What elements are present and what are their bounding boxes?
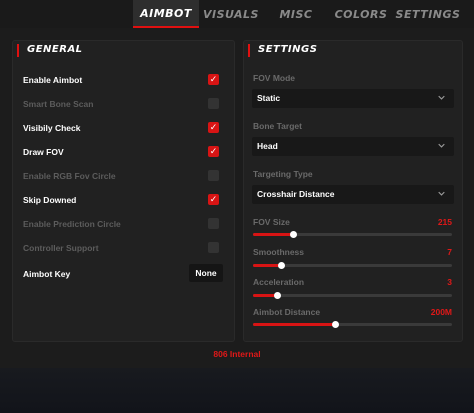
slider-fill <box>253 264 281 267</box>
smart-bone-scan-checkbox[interactable] <box>208 98 219 109</box>
option-label: Smart Bone Scan <box>23 99 94 109</box>
option-controller-support: Controller Support <box>23 241 223 257</box>
chevron-down-icon <box>438 143 445 148</box>
option-draw-fov: Draw FOV ✓ <box>23 145 223 161</box>
acceleration-slider[interactable] <box>253 292 452 299</box>
tab-colors-label: COLORS <box>334 7 388 21</box>
tab-visuals-label: VISUALS <box>203 7 259 21</box>
skip-downed-checkbox[interactable]: ✓ <box>208 194 219 205</box>
bone-target-value: Head <box>257 141 278 151</box>
slider-fill <box>253 233 293 236</box>
tab-aimbot[interactable]: AIMBOT <box>133 0 199 28</box>
acceleration-value: 3 <box>447 277 452 287</box>
smoothness-value: 7 <box>447 247 452 257</box>
chevron-down-icon <box>438 95 445 100</box>
check-icon: ✓ <box>209 74 218 84</box>
slider-fill <box>253 323 335 326</box>
acceleration-label: Acceleration <box>253 277 305 287</box>
option-smart-bone-scan: Smart Bone Scan <box>23 97 223 113</box>
option-enable-rgb-fov-circle: Enable RGB Fov Circle <box>23 169 223 185</box>
fov-size-slider[interactable] <box>253 231 452 238</box>
bone-target-dropdown[interactable]: Head <box>252 137 454 156</box>
fov-mode-value: Static <box>257 93 281 103</box>
aimbot-key-button[interactable]: None <box>189 264 223 282</box>
option-visibily-check: Visibily Check ✓ <box>23 121 223 137</box>
option-label: Enable RGB Fov Circle <box>23 171 116 181</box>
option-label: Enable Aimbot <box>23 75 83 85</box>
slider-knob[interactable] <box>274 292 281 299</box>
option-skip-downed: Skip Downed ✓ <box>23 193 223 209</box>
fov-mode-label: FOV Mode <box>253 73 296 83</box>
aimbot-distance-value: 200M <box>430 307 452 317</box>
slider-knob[interactable] <box>290 231 297 238</box>
tab-misc-label: MISC <box>279 7 313 21</box>
general-panel: GENERAL Enable Aimbot ✓ Smart Bone Scan … <box>12 40 235 342</box>
option-label: Draw FOV <box>23 147 64 157</box>
tab-bar: AIMBOT VISUALS MISC COLORS SETTINGS <box>0 0 474 28</box>
bone-target-label: Bone Target <box>253 121 302 131</box>
slider-knob[interactable] <box>278 262 285 269</box>
panel-accent-bar <box>17 44 19 57</box>
panel-accent-bar <box>248 44 250 57</box>
check-icon: ✓ <box>209 122 218 132</box>
option-label: Visibily Check <box>23 123 81 133</box>
general-panel-title: GENERAL <box>27 44 83 55</box>
smoothness-slider[interactable] <box>253 262 452 269</box>
visibily-check-checkbox[interactable]: ✓ <box>208 122 219 133</box>
fov-size-label: FOV Size <box>253 217 290 227</box>
smoothness-label: Smoothness <box>253 247 305 257</box>
settings-panel: SETTINGS FOV Mode Static Bone Target Hea… <box>243 40 463 342</box>
aimbot-distance-label: Aimbot Distance <box>253 307 321 317</box>
option-enable-prediction-circle: Enable Prediction Circle <box>23 217 223 233</box>
option-label: Controller Support <box>23 243 99 253</box>
controller-support-checkbox[interactable] <box>208 242 219 253</box>
general-panel-header: GENERAL <box>13 41 234 61</box>
chevron-down-icon <box>438 191 445 196</box>
aimbot-key-label: Aimbot Key <box>23 269 71 279</box>
draw-fov-checkbox[interactable]: ✓ <box>208 146 219 157</box>
option-label: Skip Downed <box>23 195 77 205</box>
enable-prediction-circle-checkbox[interactable] <box>208 218 219 229</box>
settings-panel-title: SETTINGS <box>258 44 318 55</box>
option-enable-aimbot: Enable Aimbot ✓ <box>23 73 223 89</box>
option-aimbot-key: Aimbot Key None <box>23 264 223 283</box>
aimbot-distance-slider[interactable] <box>253 321 452 328</box>
tab-settings-label: SETTINGS <box>395 7 461 21</box>
option-label: Enable Prediction Circle <box>23 219 121 229</box>
background-strip <box>0 368 474 413</box>
tab-colors[interactable]: COLORS <box>328 0 394 28</box>
fov-mode-dropdown[interactable]: Static <box>252 89 454 108</box>
tab-visuals[interactable]: VISUALS <box>198 0 264 28</box>
slider-knob[interactable] <box>332 321 339 328</box>
targeting-type-label: Targeting Type <box>253 169 313 179</box>
tab-aimbot-label: AIMBOT <box>140 6 192 20</box>
tab-misc[interactable]: MISC <box>263 0 329 28</box>
check-icon: ✓ <box>209 194 218 204</box>
targeting-type-value: Crosshair Distance <box>257 189 335 199</box>
enable-aimbot-checkbox[interactable]: ✓ <box>208 74 219 85</box>
enable-rgb-fov-circle-checkbox[interactable] <box>208 170 219 181</box>
footer-brand: 806 Internal <box>213 349 261 359</box>
tab-settings[interactable]: SETTINGS <box>394 0 462 28</box>
targeting-type-dropdown[interactable]: Crosshair Distance <box>252 185 454 204</box>
fov-size-value: 215 <box>437 217 452 227</box>
check-icon: ✓ <box>209 146 218 156</box>
settings-panel-header: SETTINGS <box>244 41 462 61</box>
